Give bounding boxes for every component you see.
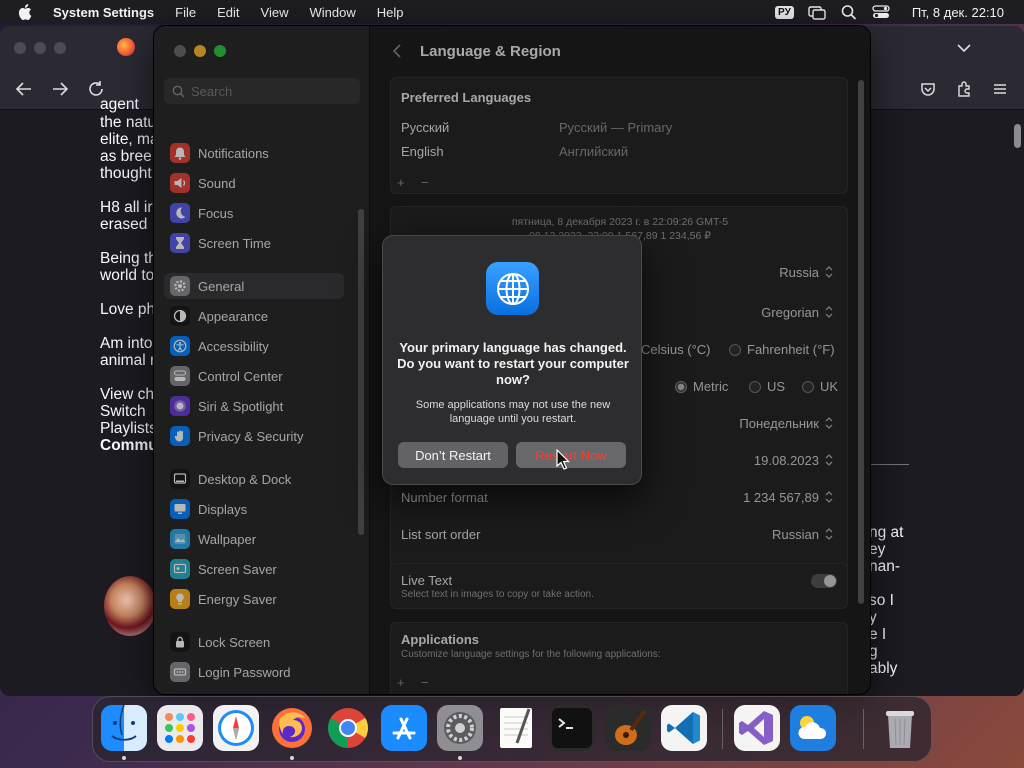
control-center-icon[interactable] — [872, 4, 890, 20]
menu-help[interactable]: Help — [377, 5, 404, 20]
running-indicator — [122, 756, 126, 760]
menu-bar: System Settings File Edit View Window He… — [0, 0, 1024, 24]
page-text-line: g — [869, 643, 878, 660]
firefox-tab-favicon[interactable] — [117, 38, 135, 56]
menu-file[interactable]: File — [175, 5, 196, 20]
page-text-line: thought — [100, 165, 152, 182]
app-store-icon[interactable] — [381, 705, 427, 751]
firefox-zoom-button[interactable] — [54, 42, 66, 54]
launchpad-icon[interactable] — [157, 705, 203, 751]
chrome-icon[interactable] — [325, 705, 371, 751]
page-text-line: Being th — [100, 250, 157, 267]
menubar-clock[interactable]: Пт, 8 дек. 22:10 — [912, 5, 1004, 20]
page-text-line[interactable]: Commu — [100, 437, 158, 454]
page-text-line: elite, ma — [100, 131, 159, 148]
page-text-line: agent — [100, 96, 139, 113]
dont-restart-button[interactable]: Don’t Restart — [398, 442, 508, 468]
page-text-line: Love ph — [100, 301, 156, 318]
page-text-line: y — [869, 609, 877, 626]
page-text-line: H8 all ir — [100, 199, 153, 216]
globe-icon — [486, 262, 539, 315]
running-indicator — [458, 756, 462, 760]
visual-studio-icon[interactable] — [734, 705, 780, 751]
extensions-icon[interactable] — [955, 80, 973, 98]
weather-icon[interactable] — [790, 705, 836, 751]
textedit-icon[interactable] — [493, 705, 539, 751]
safari-icon[interactable] — [213, 705, 259, 751]
keyboard-layout-badge[interactable]: РУ — [775, 5, 794, 19]
page-text-line: as bree — [100, 148, 152, 165]
menu-window[interactable]: Window — [309, 5, 355, 20]
firefox-icon[interactable] — [269, 705, 315, 751]
dock-separator — [863, 709, 864, 749]
running-indicator — [290, 756, 294, 760]
spotlight-search-icon[interactable] — [840, 4, 858, 20]
firefox-scrollbar[interactable] — [1014, 124, 1021, 148]
restart-alert-dialog: Your primary language has changed. Do yo… — [382, 235, 642, 485]
dialog-message: Some applications may not use the new la… — [415, 399, 611, 425]
profile-photo[interactable] — [104, 576, 156, 636]
firefox-minimize-button[interactable] — [34, 42, 46, 54]
page-text-line: nan- — [869, 558, 901, 575]
page-text-line: the natu — [100, 114, 157, 131]
dialog-title: Your primary language has changed. Do yo… — [397, 340, 629, 387]
page-text-line: Am into — [100, 335, 153, 352]
page-text-line: e I — [869, 626, 887, 643]
page-text-line: erased — [100, 216, 148, 233]
back-arrow-icon[interactable] — [15, 80, 33, 98]
page-text-line: ably — [869, 660, 898, 677]
pocket-icon[interactable] — [919, 80, 937, 98]
dock — [92, 696, 932, 762]
menu-view[interactable]: View — [261, 5, 289, 20]
page-text-line: world to — [100, 267, 155, 284]
page-text-line: Playlists — [100, 420, 157, 437]
page-text-line: View ch — [100, 386, 154, 403]
page-text-line: animal r — [100, 352, 156, 369]
chevron-down-icon[interactable] — [956, 40, 972, 56]
firefox-close-button[interactable] — [14, 42, 26, 54]
menu-app-name[interactable]: System Settings — [53, 5, 154, 20]
screen-mirroring-icon[interactable] — [808, 4, 826, 20]
terminal-icon[interactable] — [549, 705, 595, 751]
garageband-icon[interactable] — [605, 705, 651, 751]
mouse-pointer-icon — [556, 449, 570, 470]
system-settings-icon[interactable] — [437, 705, 483, 751]
menu-edit[interactable]: Edit — [217, 5, 239, 20]
page-text-line: Switch — [100, 403, 146, 420]
trash-icon[interactable] — [877, 705, 923, 751]
page-text-line: so I — [869, 592, 894, 609]
divider — [869, 464, 909, 465]
dock-separator — [722, 709, 723, 749]
apple-logo-icon[interactable] — [18, 4, 32, 20]
restart-now-button[interactable]: Restart Now — [516, 442, 626, 468]
forward-arrow-icon[interactable] — [51, 80, 69, 98]
page-text-line: ng at — [869, 524, 904, 541]
hamburger-menu-icon[interactable] — [991, 80, 1009, 98]
finder-icon[interactable] — [101, 705, 147, 751]
vscode-icon[interactable] — [661, 705, 707, 751]
page-text-line: ey — [869, 541, 886, 558]
